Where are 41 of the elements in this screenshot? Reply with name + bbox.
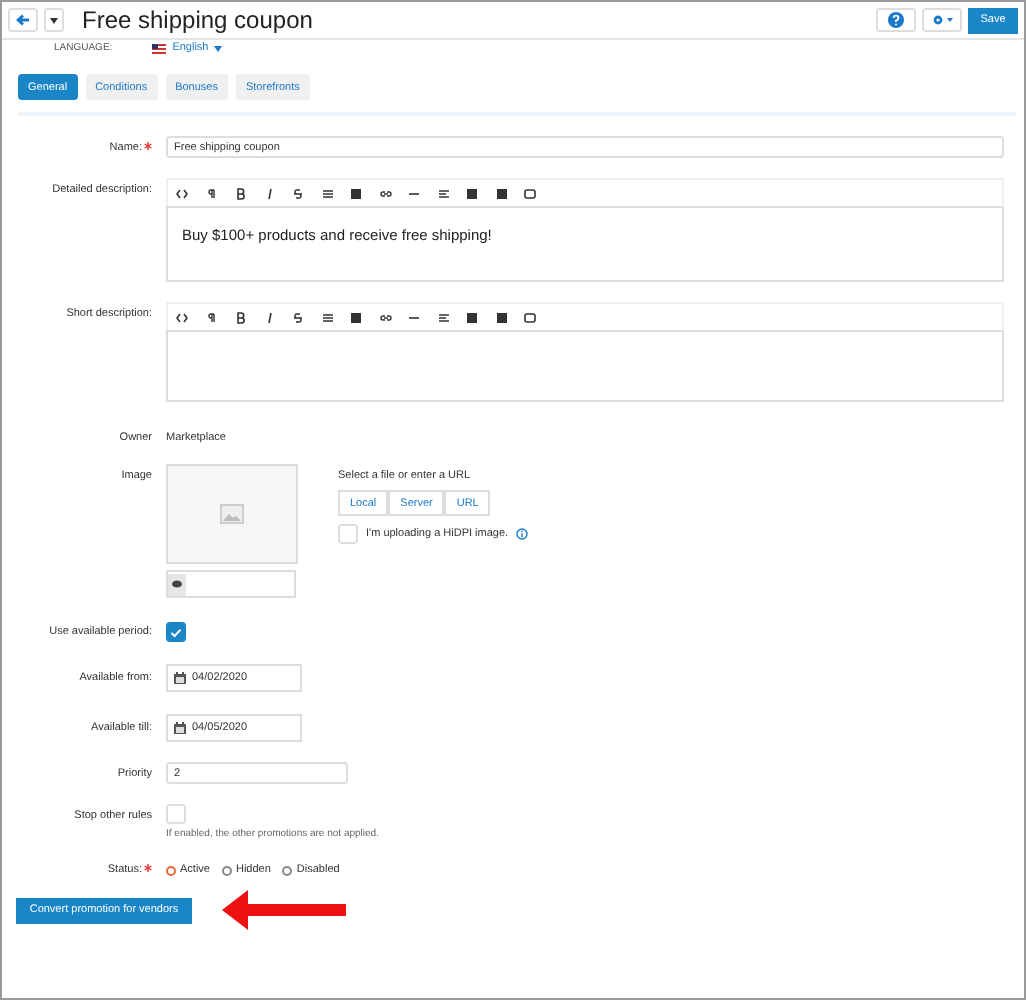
- video-icon: [524, 187, 537, 199]
- link-icon: [379, 187, 392, 199]
- bold-icon: [234, 311, 247, 323]
- horizontal-rule-icon: [408, 311, 421, 323]
- arrow-icon: [222, 888, 346, 932]
- italic-icon: [263, 311, 276, 323]
- hidpi-checkbox[interactable]: [338, 524, 358, 544]
- period-checkbox[interactable]: [166, 622, 186, 642]
- paragraph-icon: [205, 187, 218, 199]
- page-title: Free shipping coupon: [82, 6, 313, 34]
- settings-button[interactable]: [922, 8, 962, 32]
- align-icon: [437, 311, 450, 323]
- settings-icon: [931, 14, 953, 26]
- code-icon: [176, 311, 189, 323]
- italic-icon: [263, 187, 276, 199]
- bold-icon: [234, 187, 247, 199]
- dropdown-button[interactable]: [44, 8, 64, 32]
- paragraph-icon: [205, 311, 218, 323]
- calendar-icon: [174, 722, 186, 734]
- flag-icon: [152, 43, 167, 53]
- list-icon: [321, 311, 334, 323]
- comment-icon: [168, 573, 186, 595]
- check-icon: [170, 627, 182, 637]
- caret-icon: [50, 17, 58, 23]
- alt-text-field[interactable]: [166, 570, 296, 598]
- stop-rules-checkbox[interactable]: [166, 804, 186, 824]
- strikethrough-icon: [292, 187, 305, 199]
- horizontal-rule-icon: [408, 187, 421, 199]
- calendar-icon: [174, 672, 186, 684]
- code-icon: [176, 187, 189, 199]
- back-arrow-icon: [16, 14, 30, 26]
- caret-icon: [214, 45, 223, 51]
- strikethrough-icon: [292, 311, 305, 323]
- back-button[interactable]: [8, 8, 38, 32]
- help-icon: [888, 12, 904, 28]
- video-icon: [524, 311, 537, 323]
- info-icon: [516, 528, 529, 540]
- link-icon: [379, 311, 392, 323]
- align-icon: [437, 187, 450, 199]
- list-icon: [321, 187, 334, 199]
- help-button[interactable]: [876, 8, 916, 32]
